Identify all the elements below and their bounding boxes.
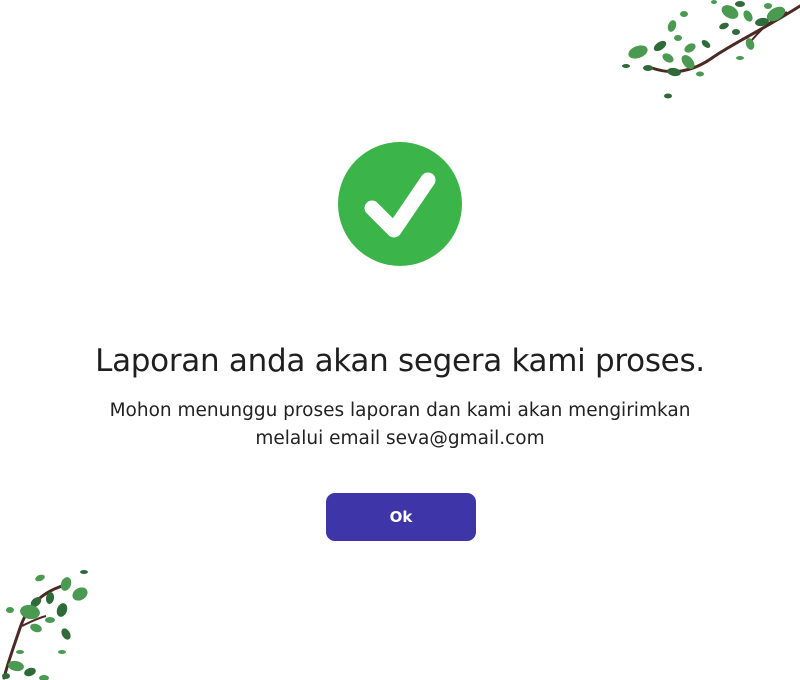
success-dialog: Laporan anda akan segera kami proses. Mo… [0,0,800,680]
dialog-title: Laporan anda akan segera kami proses. [95,343,705,379]
leafy-branch-top-right [622,0,800,99]
dialog-message: Mohon menunggu proses laporan dan kami a… [60,397,740,453]
dialog-message-line2: melalui email seva@gmail.com [255,428,545,449]
leafy-branch-bottom-left [2,570,88,680]
check-circle-icon [338,142,462,266]
ok-button[interactable]: Ok [326,493,476,541]
dialog-message-line1: Mohon menunggu proses laporan dan kami a… [109,400,691,421]
